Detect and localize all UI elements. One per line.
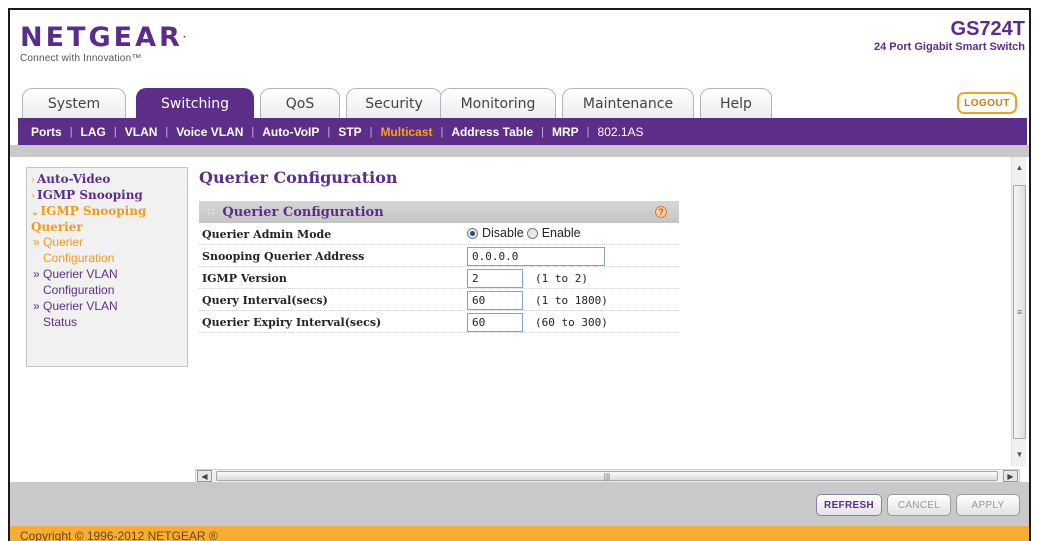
nav-item-igmp-snooping-querier-cont[interactable]: Querier bbox=[31, 220, 187, 234]
page-title: Querier Configuration bbox=[199, 168, 398, 187]
nav-sub-querier-configuration[interactable]: » Querier bbox=[31, 234, 187, 250]
enable-radio[interactable] bbox=[526, 227, 538, 239]
enable-radio-label: Enable bbox=[541, 226, 581, 240]
submenu-8021as[interactable]: 802.1AS bbox=[598, 125, 644, 139]
query-interval-range: (1 to 1800) bbox=[535, 294, 608, 307]
model-name: GS724T bbox=[950, 18, 1025, 40]
submenu-stp[interactable]: STP bbox=[338, 125, 361, 139]
query-interval-label: Query Interval(secs) bbox=[202, 294, 328, 307]
tagline: Connect with Innovation bbox=[20, 53, 132, 64]
query-interval-ctrl: (1 to 1800) bbox=[467, 291, 608, 310]
chevron-right-icon: › bbox=[31, 175, 35, 186]
action-bar: REFRESH CANCEL APPLY bbox=[10, 482, 1029, 526]
cancel-button[interactable]: CANCEL bbox=[887, 494, 951, 516]
admin-mode-radios: Disable Enable bbox=[467, 226, 584, 240]
refresh-button[interactable]: REFRESH bbox=[816, 494, 882, 516]
copyright-footer: Copyright © 1996-2012 NETGEAR ® bbox=[10, 526, 1029, 541]
row-querier-address: Snooping Querier Address bbox=[199, 245, 679, 267]
disable-radio-label: Disable bbox=[482, 226, 524, 240]
querier-address-input[interactable] bbox=[467, 247, 605, 266]
chevron-down-icon: ⌄ bbox=[31, 208, 39, 218]
logout-button[interactable]: LOGOUT bbox=[957, 92, 1017, 114]
panel-title: Querier Configuration bbox=[222, 204, 384, 220]
querier-address-ctrl bbox=[467, 247, 605, 266]
left-navigation: › Auto-Video › IGMP Snooping ⌄ IGMP Snoopin… bbox=[26, 167, 188, 367]
igmp-version-range: (1 to 2) bbox=[535, 272, 588, 285]
submenu-multicast[interactable]: Multicast bbox=[380, 125, 432, 139]
vertical-scrollbar[interactable]: ▲ ≡ ▼ bbox=[1011, 157, 1026, 466]
tab-help[interactable]: Help bbox=[700, 88, 772, 118]
scroll-left-icon[interactable]: ◀ bbox=[197, 470, 212, 482]
querier-config-panel: ∷ Querier Configuration ? Querier Admin … bbox=[199, 201, 679, 341]
nav-item-igmp-snooping-querier[interactable]: ⌄ IGMP Snooping bbox=[31, 204, 187, 220]
row-query-interval: Query Interval(secs) (1 to 1800) bbox=[199, 289, 679, 311]
submenu-ports[interactable]: Ports bbox=[31, 125, 62, 139]
igmp-version-ctrl: (1 to 2) bbox=[467, 269, 588, 288]
nav-sub-querier-configuration-cont[interactable]: Configuration bbox=[31, 250, 187, 266]
model-info: GS724T 24 Port Gigabit Smart Switch bbox=[874, 18, 1025, 53]
scroll-down-icon[interactable]: ▼ bbox=[1012, 446, 1027, 462]
query-interval-input[interactable] bbox=[467, 291, 523, 310]
admin-mode-label: Querier Admin Mode bbox=[202, 228, 332, 241]
submenu-auto-voip[interactable]: Auto-VoIP bbox=[262, 125, 319, 139]
model-description: 24 Port Gigabit Smart Switch bbox=[874, 41, 1025, 53]
submenu-voice-vlan[interactable]: Voice VLAN bbox=[176, 125, 243, 139]
tab-qos[interactable]: QoS bbox=[260, 88, 340, 118]
nav-item-igmp-snooping[interactable]: › IGMP Snooping bbox=[31, 188, 187, 204]
scroll-up-icon[interactable]: ▲ bbox=[1012, 159, 1027, 175]
content-area: › Auto-Video › IGMP Snooping ⌄ IGMP Snoopin… bbox=[18, 157, 1026, 483]
nav-sub-querier-vlan-configuration-cont[interactable]: Configuration bbox=[31, 282, 187, 298]
panel-header: ∷ Querier Configuration ? bbox=[199, 201, 679, 223]
submenu-vlan[interactable]: VLAN bbox=[125, 125, 158, 139]
expiry-interval-range: (60 to 300) bbox=[535, 316, 608, 329]
disable-radio[interactable] bbox=[467, 227, 478, 239]
nav-sub-querier-vlan-status[interactable]: » Querier VLAN bbox=[31, 298, 187, 314]
submenu-lag[interactable]: LAG bbox=[81, 125, 106, 139]
nav-item-auto-video[interactable]: › Auto-Video bbox=[31, 172, 187, 188]
expiry-interval-input[interactable] bbox=[467, 313, 523, 332]
horizontal-scroll-thumb[interactable]: ||| bbox=[216, 471, 998, 481]
tab-system[interactable]: System bbox=[22, 88, 126, 118]
divider bbox=[10, 145, 1029, 157]
row-admin-mode: Querier Admin Mode Disable Enable bbox=[199, 223, 679, 245]
row-expiry-interval: Querier Expiry Interval(secs) (60 to 300… bbox=[199, 311, 679, 333]
tab-monitoring[interactable]: Monitoring bbox=[440, 88, 556, 118]
grip-icon: ∷ bbox=[208, 206, 215, 218]
help-icon[interactable]: ? bbox=[655, 206, 667, 218]
radio-selected-dot bbox=[470, 230, 475, 236]
app-frame: NETGEAR· Connect with Innovation™ GS724T… bbox=[8, 8, 1031, 541]
brand-name: NETGEAR bbox=[20, 22, 183, 53]
submenu-address-table[interactable]: Address Table bbox=[451, 125, 533, 139]
expiry-interval-ctrl: (60 to 300) bbox=[467, 313, 608, 332]
tab-security[interactable]: Security bbox=[346, 88, 442, 118]
row-igmp-version: IGMP Version (1 to 2) bbox=[199, 267, 679, 289]
chevron-right-icon: › bbox=[31, 191, 35, 202]
tab-maintenance[interactable]: Maintenance bbox=[562, 88, 694, 118]
submenu-mrp[interactable]: MRP bbox=[552, 125, 579, 139]
expiry-interval-label: Querier Expiry Interval(secs) bbox=[202, 316, 382, 329]
submenu-bar: Ports | LAG | VLAN | Voice VLAN | Auto-VoIP |… bbox=[18, 118, 1027, 145]
tab-switching[interactable]: Switching bbox=[136, 88, 254, 119]
scroll-right-icon[interactable]: ▶ bbox=[1003, 470, 1018, 482]
igmp-version-input[interactable] bbox=[467, 269, 523, 288]
igmp-version-label: IGMP Version bbox=[202, 272, 287, 285]
nav-sub-querier-vlan-configuration[interactable]: » Querier VLAN bbox=[31, 266, 187, 282]
querier-address-label: Snooping Querier Address bbox=[202, 250, 365, 263]
netgear-logo: NETGEAR· Connect with Innovation™ bbox=[20, 22, 187, 65]
vertical-scroll-thumb[interactable]: ≡ bbox=[1013, 185, 1026, 439]
nav-sub-querier-vlan-status-cont[interactable]: Status bbox=[31, 314, 187, 330]
apply-button[interactable]: APPLY bbox=[956, 494, 1020, 516]
horizontal-scrollbar[interactable]: ◀ ||| ▶ bbox=[195, 469, 1020, 483]
